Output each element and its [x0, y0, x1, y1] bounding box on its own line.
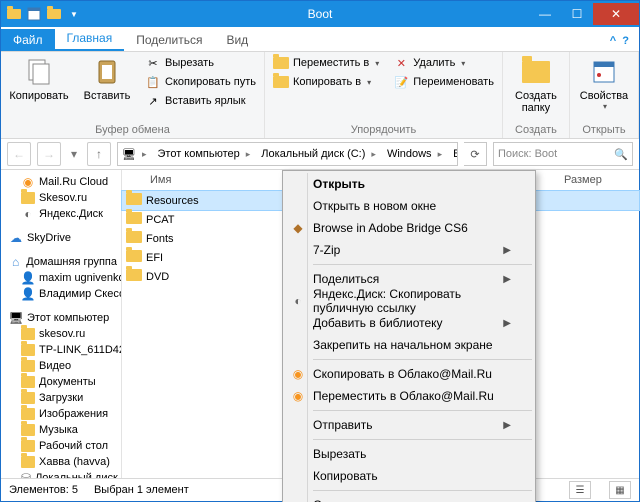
ctx-cut[interactable]: Вырезать	[285, 443, 533, 465]
ribbon-tabstrip: Файл Главная Поделиться Вид ^ ?	[1, 27, 639, 52]
rename-icon: 📝	[393, 74, 409, 90]
tree-pictures[interactable]: Изображения	[1, 406, 121, 422]
tree-yadisk[interactable]: ◐Яндекс.Диск	[1, 206, 121, 222]
tree-music[interactable]: Музыка	[1, 422, 121, 438]
tree-skesov2[interactable]: skesov.ru	[1, 326, 121, 342]
paste-button[interactable]: Вставить	[75, 54, 139, 102]
tree-user1[interactable]: 👤maxim ugnivenko	[1, 270, 121, 286]
ribbon: Копировать Вставить ✂Вырезать 📋Скопирова…	[1, 52, 639, 139]
context-menu: Открыть Открыть в новом окне ◆Browse in …	[282, 170, 536, 502]
search-input[interactable]: Поиск: Boot 🔍	[493, 142, 633, 166]
search-icon: 🔍	[614, 148, 628, 161]
ribbon-group-clipboard: Копировать Вставить ✂Вырезать 📋Скопирова…	[1, 52, 265, 138]
folder-icon	[122, 212, 146, 227]
qat-dropdown-icon[interactable]: ▼	[65, 5, 83, 23]
nav-forward-button[interactable]: →	[37, 142, 61, 166]
minimize-button[interactable]: —	[529, 3, 561, 25]
bridge-icon: ◆	[289, 219, 307, 237]
ctx-add-library[interactable]: Добавить в библиотеку▶	[285, 312, 533, 334]
ctx-open-new-window[interactable]: Открыть в новом окне	[285, 195, 533, 217]
cut-icon: ✂	[145, 55, 161, 71]
tree-documents[interactable]: Документы	[1, 374, 121, 390]
rename-button[interactable]: 📝Переименовать	[391, 73, 496, 91]
cut-button[interactable]: ✂Вырезать	[143, 54, 258, 72]
titlebar: ▼ Boot — ☐ ✕	[1, 1, 639, 27]
nav-history-dropdown[interactable]: ▾	[67, 143, 81, 165]
tab-share[interactable]: Поделиться	[124, 29, 214, 51]
qat-props-icon[interactable]	[25, 5, 43, 23]
tree-thispc[interactable]: 🖥Этот компьютер	[1, 310, 121, 326]
tree-havva[interactable]: Хавва (havva)	[1, 454, 121, 470]
refresh-button[interactable]: ⟳	[464, 142, 487, 166]
ctx-7zip[interactable]: 7-Zip▶	[285, 239, 533, 261]
tab-home[interactable]: Главная	[55, 27, 125, 51]
nav-up-button[interactable]: ↑	[87, 142, 111, 166]
ctx-send-to[interactable]: Отправить▶	[285, 414, 533, 436]
mailru-icon: ◉	[289, 365, 307, 383]
new-folder-button[interactable]: Создать папку	[509, 54, 563, 114]
copy-to-button[interactable]: Копировать в▾	[271, 73, 381, 91]
file-list: Имя Дата изменения Тип Размер ResourcesП…	[122, 170, 639, 478]
view-icons-button[interactable]: ▦	[609, 481, 631, 499]
paste-shortcut-button[interactable]: ↗Вставить ярлык	[143, 92, 258, 110]
tree-skesov[interactable]: Skesov.ru	[1, 190, 121, 206]
folder-icon	[122, 193, 146, 208]
yadisk-icon: ◐	[289, 292, 307, 310]
status-item-count: Элементов: 5	[9, 484, 78, 496]
submenu-arrow-icon: ▶	[503, 245, 511, 256]
tab-view[interactable]: Вид	[214, 29, 260, 51]
nav-tree[interactable]: ◉Mail.Ru Cloud Skesov.ru ◐Яндекс.Диск ☁S…	[1, 170, 122, 478]
tree-downloads[interactable]: Загрузки	[1, 390, 121, 406]
address-bar: ← → ▾ ↑ 🖥▸ Этот компьютер▸ Локальный дис…	[1, 139, 639, 170]
submenu-arrow-icon: ▶	[503, 420, 511, 431]
ctx-yadisk-copylink[interactable]: ◐Яндекс.Диск: Скопировать публичную ссыл…	[285, 290, 533, 312]
window-title: Boot	[308, 7, 333, 21]
status-selected-count: Выбран 1 элемент	[94, 484, 189, 496]
ctx-mailru-copy[interactable]: ◉Скопировать в Облако@Mail.Ru	[285, 363, 533, 385]
folder-icon	[122, 250, 146, 265]
submenu-arrow-icon: ▶	[503, 274, 511, 285]
copy-button[interactable]: Копировать	[7, 54, 71, 102]
tree-homegroup[interactable]: ⌂Домашняя группа	[1, 254, 121, 270]
tree-user2[interactable]: 👤Владимир Скесов	[1, 286, 121, 302]
tree-videos[interactable]: Видео	[1, 358, 121, 374]
tree-localdisk[interactable]: ⛁Локальный диск	[1, 470, 121, 478]
move-to-button[interactable]: Переместить в▾	[271, 54, 381, 72]
ribbon-help-icon[interactable]: ^ ?	[600, 31, 639, 51]
copy-path-icon: 📋	[145, 74, 161, 90]
delete-button[interactable]: ✕Удалить▾	[391, 54, 496, 72]
nav-back-button[interactable]: ←	[7, 142, 31, 166]
app-icon	[5, 5, 23, 23]
pc-icon: 🖥	[122, 148, 136, 161]
maximize-button[interactable]: ☐	[561, 3, 593, 25]
tree-tplink[interactable]: TP-LINK_611D42	[1, 342, 121, 358]
shortcut-icon: ↗	[145, 93, 161, 109]
view-details-button[interactable]: ☰	[569, 481, 591, 499]
ribbon-group-new: Создать папку Создать	[503, 52, 570, 138]
ribbon-group-organize: Переместить в▾ Копировать в▾ ✕Удалить▾ 📝…	[265, 52, 503, 138]
properties-button[interactable]: Свойства▾	[576, 54, 632, 111]
ribbon-group-open: Свойства▾ Открыть	[570, 52, 639, 138]
submenu-arrow-icon: ▶	[503, 318, 511, 329]
tree-skydrive[interactable]: ☁SkyDrive	[1, 230, 121, 246]
qat-newfolder-icon[interactable]	[45, 5, 63, 23]
folder-icon	[122, 231, 146, 246]
ctx-copy[interactable]: Копировать	[285, 465, 533, 487]
tree-mailru[interactable]: ◉Mail.Ru Cloud	[1, 174, 121, 190]
tab-file[interactable]: Файл	[1, 29, 55, 51]
close-button[interactable]: ✕	[593, 3, 639, 25]
ctx-mailru-move[interactable]: ◉Переместить в Облако@Mail.Ru	[285, 385, 533, 407]
ctx-pin-start[interactable]: Закрепить на начальном экране	[285, 334, 533, 356]
delete-icon: ✕	[393, 55, 409, 71]
ctx-create-shortcut[interactable]: Создать ярлык	[285, 494, 533, 502]
tree-desktop[interactable]: Рабочий стол	[1, 438, 121, 454]
ctx-browse-bridge[interactable]: ◆Browse in Adobe Bridge CS6	[285, 217, 533, 239]
explorer-window: ▼ Boot — ☐ ✕ Файл Главная Поделиться Вид…	[0, 0, 640, 502]
ctx-open[interactable]: Открыть	[285, 173, 533, 195]
folder-icon	[122, 269, 146, 284]
mailru-icon: ◉	[289, 387, 307, 405]
copy-path-button[interactable]: 📋Скопировать путь	[143, 73, 258, 91]
breadcrumb[interactable]: 🖥▸ Этот компьютер▸ Локальный диск (C:)▸ …	[117, 142, 458, 166]
